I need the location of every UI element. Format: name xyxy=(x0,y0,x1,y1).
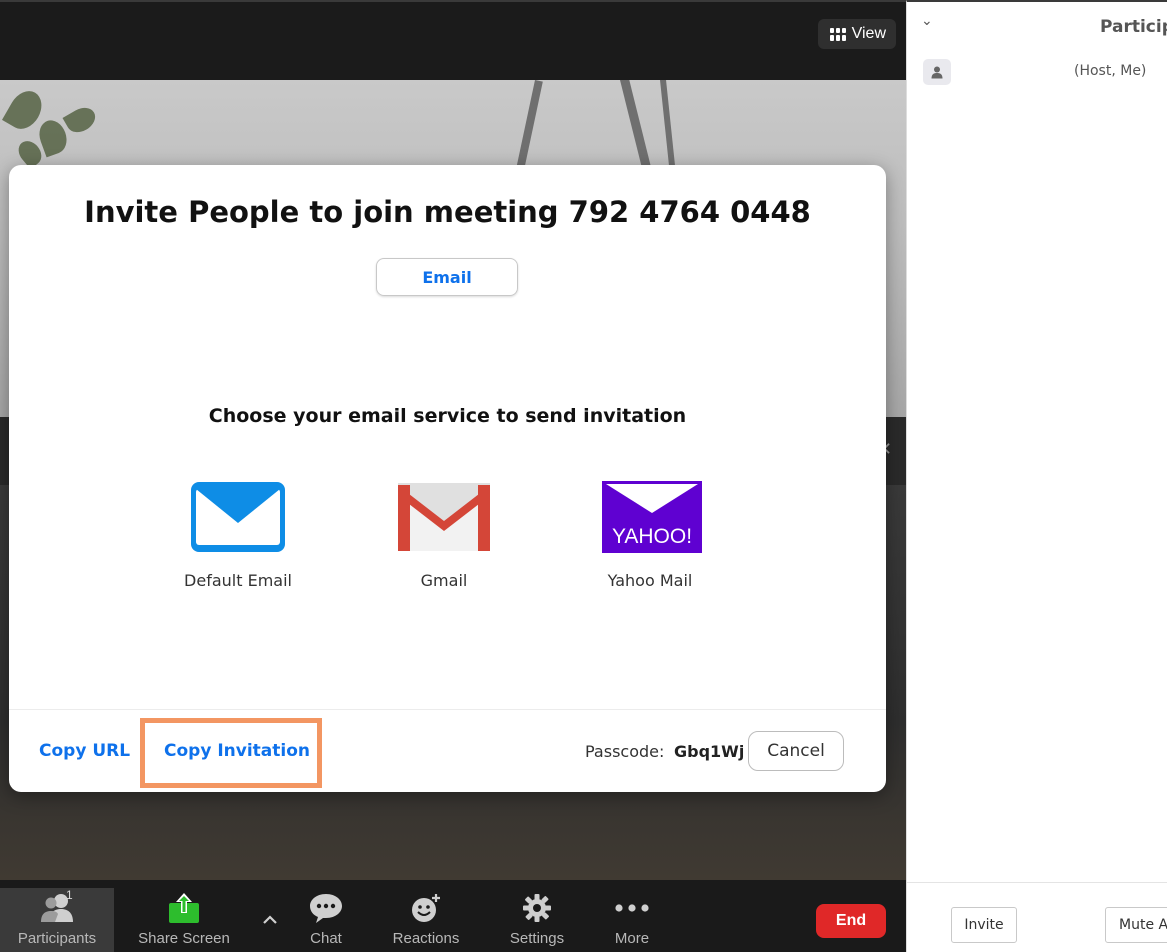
participants-panel: ⌄ Particip (Host, Me) Invite Mute A xyxy=(906,0,1167,952)
share-screen-icon xyxy=(167,888,201,928)
view-button-label: View xyxy=(851,25,886,42)
gmail-icon xyxy=(396,481,492,553)
copy-url-button[interactable]: Copy URL xyxy=(39,741,130,761)
meeting-top-bar: View xyxy=(0,0,906,80)
mail-envelope-icon xyxy=(190,481,286,553)
reactions-label: Reactions xyxy=(392,930,460,947)
invite-button[interactable]: Invite xyxy=(951,907,1017,943)
chat-icon xyxy=(308,888,344,928)
participant-name: (Host, Me) xyxy=(1074,63,1147,79)
more-label: More xyxy=(614,930,650,947)
cancel-button[interactable]: Cancel xyxy=(748,731,844,771)
service-gmail[interactable]: Gmail xyxy=(374,481,514,590)
gear-icon xyxy=(522,888,552,928)
choose-service-label: Choose your email service to send invita… xyxy=(208,405,687,427)
settings-label: Settings xyxy=(509,930,565,947)
passcode-label: Passcode: xyxy=(585,742,665,761)
gallery-view-icon xyxy=(829,27,846,41)
participant-row[interactable]: (Host, Me) xyxy=(907,57,1167,87)
chevron-up-icon xyxy=(262,900,278,940)
service-default-email[interactable]: Default Email xyxy=(168,481,308,590)
view-button[interactable]: View xyxy=(817,19,896,49)
copy-invitation-button[interactable]: Copy Invitation xyxy=(164,741,310,761)
service-name: Gmail xyxy=(420,571,468,590)
meeting-toolbar: 1 Participants Share Screen Chat Reactio… xyxy=(0,880,906,952)
panel-title: Particip xyxy=(1100,17,1167,37)
share-options-caret[interactable] xyxy=(256,900,284,952)
yahoo-logo-text: YAHOO! xyxy=(612,525,692,548)
service-name: Default Email xyxy=(184,571,292,590)
share-screen-label: Share Screen xyxy=(138,930,230,947)
reactions-icon xyxy=(409,888,443,928)
dialog-title: Invite People to join meeting 792 4764 0… xyxy=(84,195,811,229)
end-meeting-button[interactable]: End xyxy=(816,904,886,938)
yahoo-icon: YAHOO! xyxy=(602,481,702,553)
participants-button[interactable]: 1 Participants xyxy=(0,888,114,952)
more-button[interactable]: More xyxy=(604,888,660,952)
chat-button[interactable]: Chat xyxy=(296,888,356,952)
dialog-footer: Copy URL Copy Invitation Passcode: Gbq1W… xyxy=(9,709,886,792)
service-yahoo-mail[interactable]: YAHOO! Yahoo Mail xyxy=(580,481,720,590)
settings-button[interactable]: Settings xyxy=(500,888,574,952)
participants-label: Participants xyxy=(17,930,97,947)
panel-footer: Invite Mute A xyxy=(907,882,1167,952)
service-name: Yahoo Mail xyxy=(607,571,693,590)
avatar xyxy=(923,59,951,85)
reactions-button[interactable]: Reactions xyxy=(388,888,464,952)
chevron-down-icon[interactable]: ⌄ xyxy=(921,12,933,29)
chat-label: Chat xyxy=(310,930,342,947)
passcode-value: Gbq1Wj xyxy=(674,742,745,761)
more-dots-icon xyxy=(614,888,650,928)
invite-dialog: Invite People to join meeting 792 4764 0… xyxy=(9,165,886,792)
share-screen-button[interactable]: Share Screen xyxy=(134,888,234,952)
mute-all-button[interactable]: Mute A xyxy=(1105,907,1167,943)
participants-count: 1 xyxy=(66,888,73,902)
tab-email[interactable]: Email xyxy=(376,258,518,296)
